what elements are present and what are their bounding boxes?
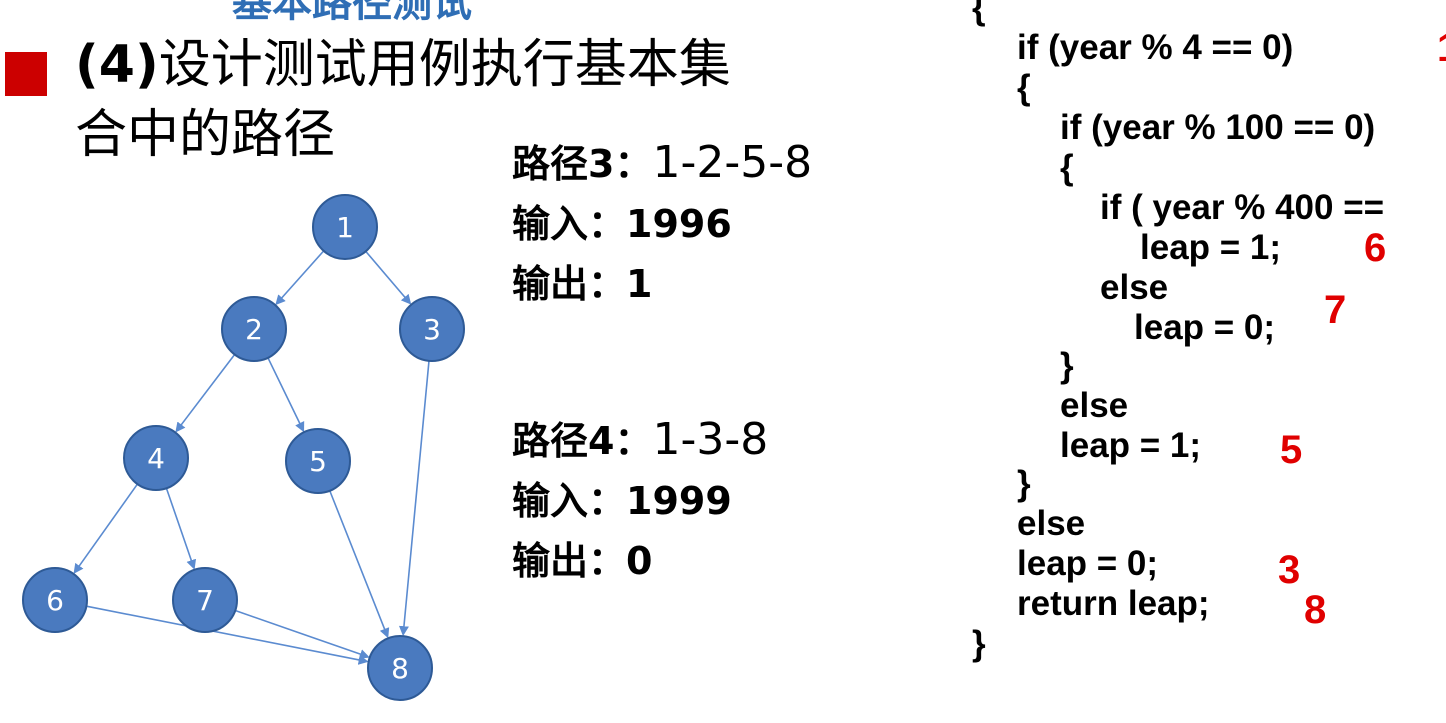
edge-2-5 — [267, 357, 305, 433]
path-3-label: 路径3： — [512, 142, 653, 186]
code-node-label-3: 3 — [1278, 548, 1301, 592]
graph-node-7: 7 — [172, 567, 238, 633]
code-line-5: { — [1060, 148, 1074, 187]
code-line-16: return leap; — [1017, 584, 1210, 623]
code-line-9: leap = 0; — [1134, 308, 1276, 347]
edge-3-8 — [398, 360, 430, 637]
code-line-3: { — [1017, 68, 1031, 107]
edge-4-6 — [73, 483, 139, 574]
edge-7-8 — [234, 609, 370, 659]
code-node-label-6: 6 — [1364, 226, 1387, 270]
path-3-block: 路径3：1-2-5-8 输入：1996 输出：1 — [512, 133, 812, 314]
code-line-4: if (year % 100 == 0) — [1060, 108, 1376, 147]
code-node-label-5: 5 — [1280, 428, 1303, 472]
path-4-block: 路径4：1-3-8 输入：1999 输出：0 — [512, 410, 768, 591]
node-label: 8 — [391, 652, 409, 685]
edge-2-4 — [175, 353, 236, 433]
graph-node-6: 6 — [22, 567, 88, 633]
code-line-13: } — [1017, 464, 1031, 503]
code-line-10: } — [1060, 346, 1074, 385]
graph-node-5: 5 — [285, 428, 351, 494]
node-label: 6 — [46, 584, 64, 617]
code-line-11: else — [1060, 386, 1129, 425]
graph-node-2: 2 — [221, 296, 287, 362]
flow-graph: 1 2 3 4 5 6 7 8 — [22, 194, 465, 701]
node-label: 2 — [245, 313, 263, 346]
code-node-label-7: 7 — [1324, 288, 1347, 332]
edge-1-3 — [365, 250, 412, 305]
code-line-2: if (year % 4 == 0) — [1017, 28, 1294, 67]
graph-node-1: 1 — [312, 194, 378, 260]
code-line-14: else — [1017, 504, 1086, 543]
code-line-8: else — [1100, 268, 1169, 307]
path-4-route: 1-3-8 — [652, 414, 769, 465]
path-4-input: 输入：1999 — [512, 479, 732, 523]
node-label: 3 — [423, 313, 441, 346]
slide: { "top_cut_text": "基本路径测试", "heading": {… — [0, 0, 1446, 723]
edge-5-8 — [329, 490, 390, 639]
graph-node-8: 8 — [367, 635, 433, 701]
graph-node-3: 3 — [399, 296, 465, 362]
code-line-12: leap = 1; — [1060, 426, 1202, 465]
node-label: 1 — [336, 211, 354, 244]
code-line-7: leap = 1; — [1140, 228, 1282, 267]
node-label: 4 — [147, 442, 165, 475]
path-3-route: 1-2-5-8 — [652, 137, 813, 188]
code-line-15: leap = 0; — [1017, 544, 1159, 583]
edge-1-2 — [275, 250, 325, 306]
path-4-label: 路径4： — [512, 419, 653, 463]
code-node-label-1: 1 — [1437, 26, 1446, 71]
code-line-6: if ( year % 400 == — [1100, 188, 1385, 227]
code-node-label-8: 8 — [1304, 588, 1327, 632]
edge-4-7 — [165, 487, 197, 570]
node-label: 7 — [196, 584, 214, 617]
node-label: 5 — [309, 445, 327, 478]
code-line-1: { — [972, 0, 986, 27]
code-line-17: } — [972, 624, 986, 663]
path-3-input: 输入：1996 — [512, 202, 732, 246]
path-4-output: 输出：0 — [512, 539, 653, 583]
path-3-output: 输出：1 — [512, 262, 653, 306]
graph-node-4: 4 — [123, 425, 189, 491]
